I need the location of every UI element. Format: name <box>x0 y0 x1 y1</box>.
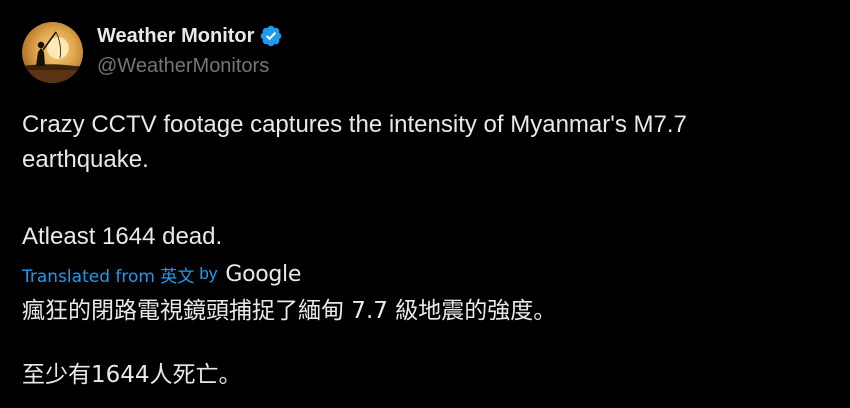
tweet-card: Weather Monitor @WeatherMonitors Crazy C… <box>0 0 850 408</box>
translated-text-line-2: 至少有1644人死亡。 <box>22 362 242 388</box>
post-text-line-2: earthquake. <box>22 146 149 173</box>
translated-by-label: by <box>199 264 218 283</box>
author-name-row: Weather Monitor <box>97 22 283 50</box>
post-text-line-3: Atleast 1644 dead. <box>22 223 223 250</box>
verified-badge-icon[interactable] <box>259 24 283 48</box>
avatar[interactable] <box>22 22 83 83</box>
translated-text-line-1: 瘋狂的閉路電視鏡頭捕捉了緬甸 7.7 級地震的強度。 <box>22 298 557 324</box>
silhouette-sunset-avatar-icon <box>22 31 83 83</box>
author-display-name[interactable]: Weather Monitor <box>97 22 254 50</box>
author-handle[interactable]: @WeatherMonitors <box>97 53 269 79</box>
post-text-line-1: Crazy CCTV footage captures the intensit… <box>22 111 687 138</box>
translated-from-link[interactable]: Translated from 英文 <box>22 262 194 287</box>
translation-attribution: Translated from 英文 by Google <box>22 260 301 288</box>
google-logo: Google <box>225 261 302 287</box>
